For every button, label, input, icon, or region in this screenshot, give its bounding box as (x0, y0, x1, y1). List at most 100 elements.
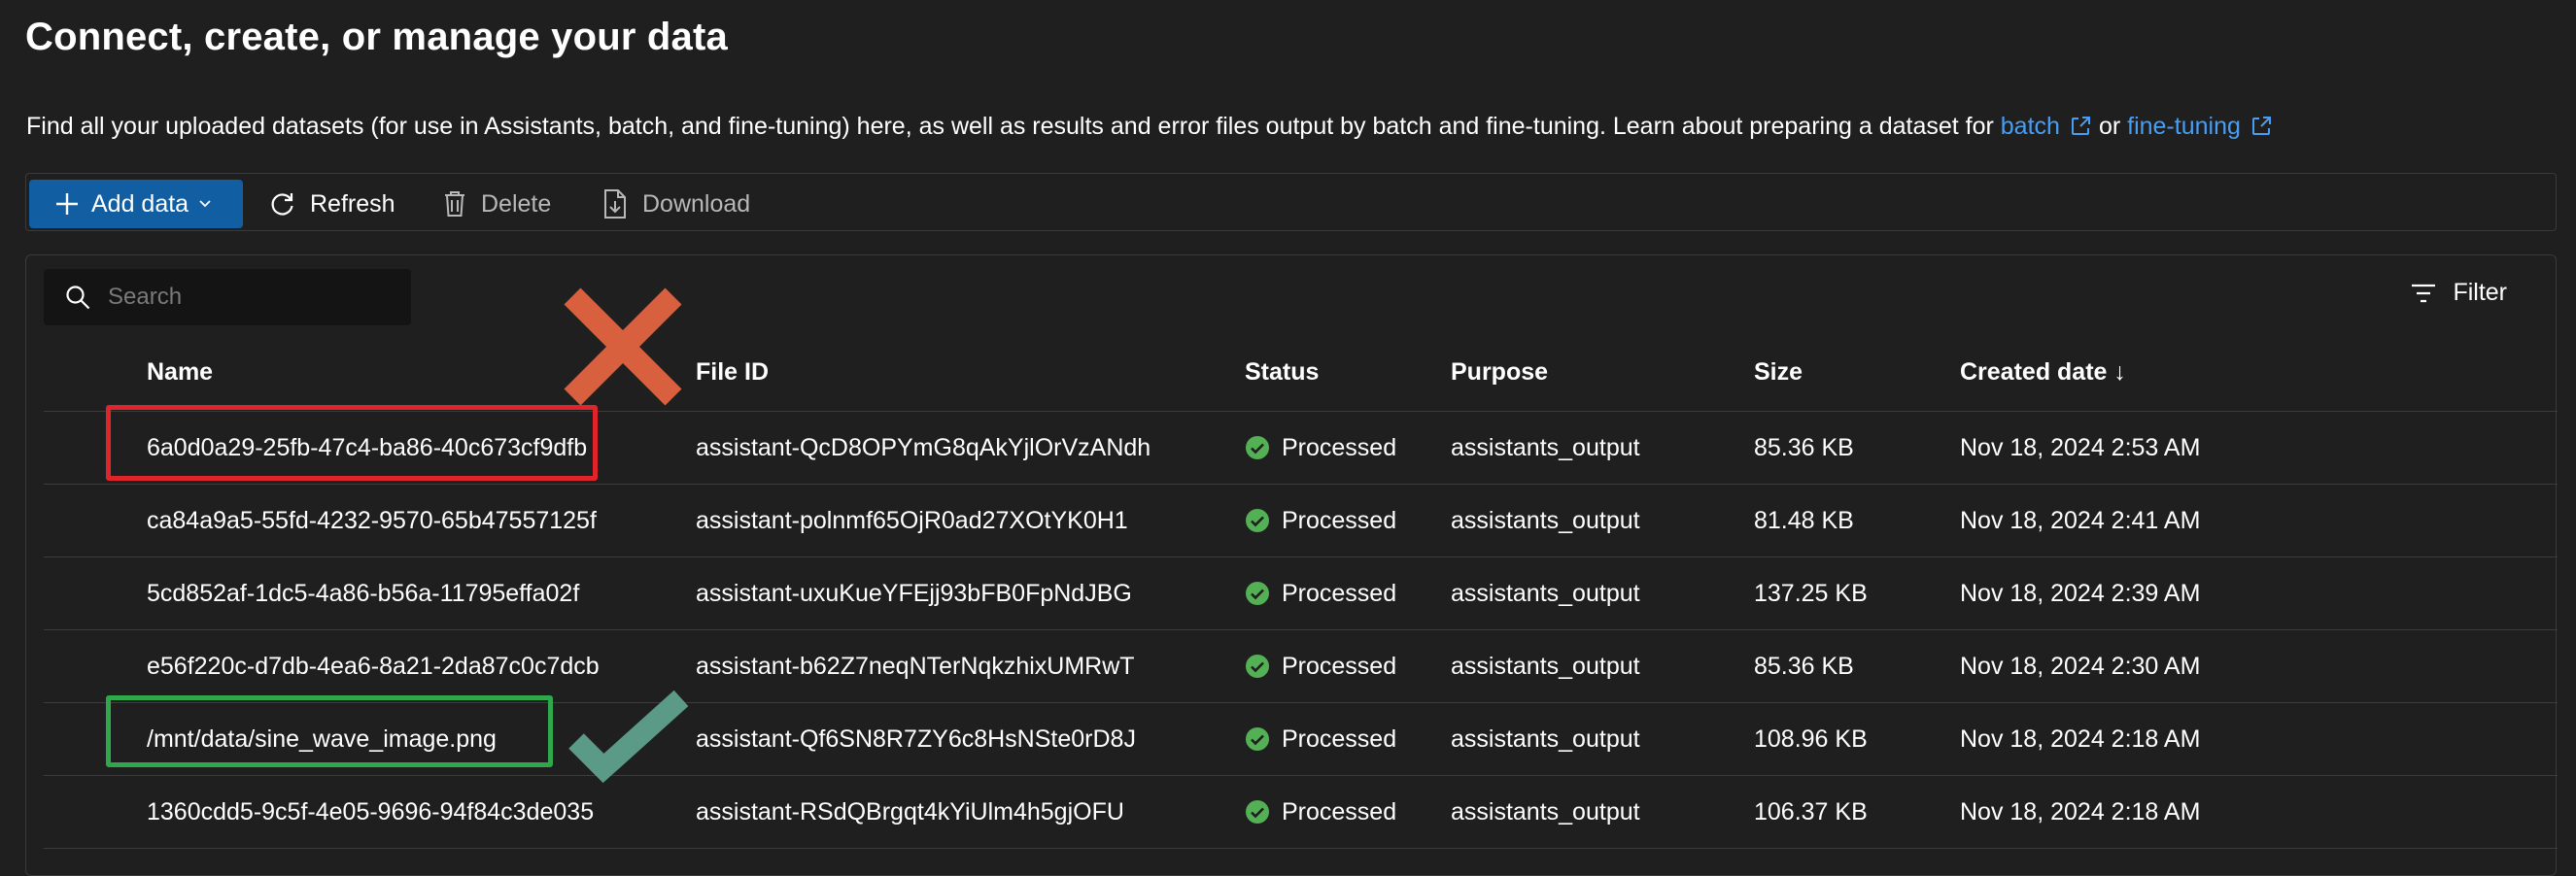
delete-label: Delete (481, 189, 552, 218)
cell-status-text: Processed (1282, 725, 1397, 753)
cell-created-date: Nov 18, 2024 2:30 AM (1960, 630, 2200, 703)
cell-file-id: assistant-QcD8OPYmG8qAkYjlOrVzANdh (696, 412, 1151, 485)
annotation-green-box (106, 695, 553, 767)
download-button[interactable]: Download (601, 180, 750, 228)
refresh-label: Refresh (310, 189, 395, 218)
cell-name[interactable]: ca84a9a5-55fd-4232-9570-65b47557125f (147, 485, 597, 557)
cell-purpose-text: assistants_output (1451, 725, 1640, 753)
filter-button[interactable]: Filter (2410, 279, 2507, 307)
refresh-button[interactable]: Refresh (269, 180, 395, 228)
cell-created-date: Nov 18, 2024 2:18 AM (1960, 776, 2200, 849)
column-header-size[interactable]: Size (1754, 358, 1803, 387)
cell-size-text: 106.37 KB (1754, 798, 1868, 825)
checkmark-circle-icon (1246, 800, 1269, 824)
cell-created-date-text: Nov 18, 2024 2:41 AM (1960, 507, 2201, 534)
column-header-status[interactable]: Status (1245, 358, 1319, 387)
cell-size-text: 81.48 KB (1754, 507, 1854, 534)
cell-name[interactable]: e56f220c-d7db-4ea6-8a21-2da87c0c7dcb (147, 630, 600, 703)
external-link-icon[interactable] (2250, 116, 2272, 137)
cell-purpose: assistants_output (1451, 630, 1640, 703)
checkmark-circle-icon (1246, 436, 1269, 459)
description-text: Find all your uploaded datasets (for use… (26, 113, 2001, 140)
add-data-label: Add data (91, 189, 189, 218)
page-title: Connect, create, or manage your data (25, 16, 728, 58)
cell-name[interactable]: 5cd852af-1dc5-4a86-b56a-11795effa02f (147, 557, 579, 630)
cell-created-date: Nov 18, 2024 2:39 AM (1960, 557, 2200, 630)
table-row[interactable]: e56f220c-d7db-4ea6-8a21-2da87c0c7dcb assi… (26, 630, 2558, 703)
refresh-icon (271, 193, 293, 216)
cell-file-id: assistant-RSdQBrgqt4kYiUlm4h5gjOFU (696, 776, 1124, 849)
add-data-button[interactable]: Add data (29, 180, 243, 228)
cell-status: Processed (1245, 703, 1396, 776)
page-description: Find all your uploaded datasets (for use… (26, 113, 2280, 141)
annotation-red-box (106, 405, 598, 481)
table-row[interactable]: 1360cdd5-9c5f-4e05-9696-94f84c3de035 assi… (26, 776, 2558, 849)
checkmark-circle-icon (1246, 509, 1269, 532)
cell-size: 108.96 KB (1754, 703, 1868, 776)
column-header-file-id[interactable]: File ID (696, 358, 769, 387)
table-row[interactable]: ca84a9a5-55fd-4232-9570-65b47557125f assi… (26, 485, 2558, 557)
search-icon (66, 286, 90, 310)
cell-status: Processed (1245, 630, 1396, 703)
cell-status-text: Processed (1282, 653, 1397, 680)
filter-icon (2412, 284, 2436, 302)
cell-purpose-text: assistants_output (1451, 580, 1640, 607)
or-text: or (2098, 113, 2121, 140)
cell-status-text: Processed (1282, 798, 1397, 825)
column-header-purpose[interactable]: Purpose (1451, 358, 1548, 387)
cell-purpose: assistants_output (1451, 557, 1640, 630)
cell-file-id: assistant-uxuKueYFEjj93bFB0FpNdJBG (696, 557, 1132, 630)
download-icon (604, 189, 626, 219)
cell-status-text: Processed (1282, 507, 1397, 534)
delete-button[interactable]: Delete (442, 180, 551, 228)
cell-created-date: Nov 18, 2024 2:18 AM (1960, 703, 2200, 776)
search-input[interactable] (106, 283, 382, 312)
cell-purpose-text: assistants_output (1451, 507, 1640, 534)
batch-link[interactable]: batch (2001, 113, 2060, 140)
cell-file-id-text: assistant-RSdQBrgqt4kYiUlm4h5gjOFU (696, 798, 1124, 825)
cell-status-text: Processed (1282, 580, 1397, 607)
cell-file-id-text: assistant-Qf6SN8R7ZY6c8HsNSte0rD8J (696, 725, 1136, 753)
cell-file-id-text: assistant-QcD8OPYmG8qAkYjlOrVzANdh (696, 434, 1151, 461)
cell-size-text: 108.96 KB (1754, 725, 1868, 753)
files-panel: Filter Name File ID Status Purpose Size … (25, 254, 2558, 876)
fine-tuning-link[interactable]: fine-tuning (2127, 113, 2241, 140)
cell-size: 85.36 KB (1754, 630, 1854, 703)
cell-status: Processed (1245, 776, 1396, 849)
external-link-icon[interactable] (2070, 116, 2091, 137)
cell-size: 85.36 KB (1754, 412, 1854, 485)
chevron-down-icon (199, 200, 211, 208)
checkmark-circle-icon (1246, 727, 1269, 751)
cell-purpose-text: assistants_output (1451, 798, 1640, 825)
cell-purpose: assistants_output (1451, 485, 1640, 557)
search-box[interactable] (44, 269, 411, 325)
cell-size-text: 85.36 KB (1754, 653, 1854, 680)
filter-label: Filter (2453, 279, 2507, 306)
cell-name-text: ca84a9a5-55fd-4232-9570-65b47557125f (147, 507, 597, 534)
cell-name[interactable]: 1360cdd5-9c5f-4e05-9696-94f84c3de035 (147, 776, 594, 849)
row-divider (44, 848, 2558, 849)
cell-file-id: assistant-Qf6SN8R7ZY6c8HsNSte0rD8J (696, 703, 1136, 776)
table-row[interactable]: 5cd852af-1dc5-4a86-b56a-11795effa02f assi… (26, 557, 2558, 630)
cell-created-date-text: Nov 18, 2024 2:53 AM (1960, 434, 2201, 461)
cell-status: Processed (1245, 557, 1396, 630)
download-label: Download (642, 189, 751, 218)
column-header-name[interactable]: Name (147, 358, 213, 387)
cell-created-date-text: Nov 18, 2024 2:18 AM (1960, 798, 2201, 825)
cross-icon (564, 287, 682, 406)
trash-icon (445, 191, 464, 217)
checkmark-circle-icon (1246, 582, 1269, 605)
cell-purpose: assistants_output (1451, 703, 1640, 776)
cell-created-date-text: Nov 18, 2024 2:18 AM (1960, 725, 2201, 753)
cell-purpose: assistants_output (1451, 412, 1640, 485)
cell-purpose: assistants_output (1451, 776, 1640, 849)
cell-created-date: Nov 18, 2024 2:41 AM (1960, 485, 2200, 557)
cell-created-date: Nov 18, 2024 2:53 AM (1960, 412, 2200, 485)
column-header-created-date[interactable]: Created date ↓ (1960, 358, 2126, 387)
cell-file-id-text: assistant-b62Z7neqNTerNqkzhixUMRwT (696, 653, 1135, 680)
cell-size: 106.37 KB (1754, 776, 1868, 849)
cell-size-text: 137.25 KB (1754, 580, 1868, 607)
cell-status: Processed (1245, 485, 1396, 557)
cell-created-date-text: Nov 18, 2024 2:30 AM (1960, 653, 2201, 680)
cell-file-id-text: assistant-polnmf65OjR0ad27XOtYK0H1 (696, 507, 1128, 534)
